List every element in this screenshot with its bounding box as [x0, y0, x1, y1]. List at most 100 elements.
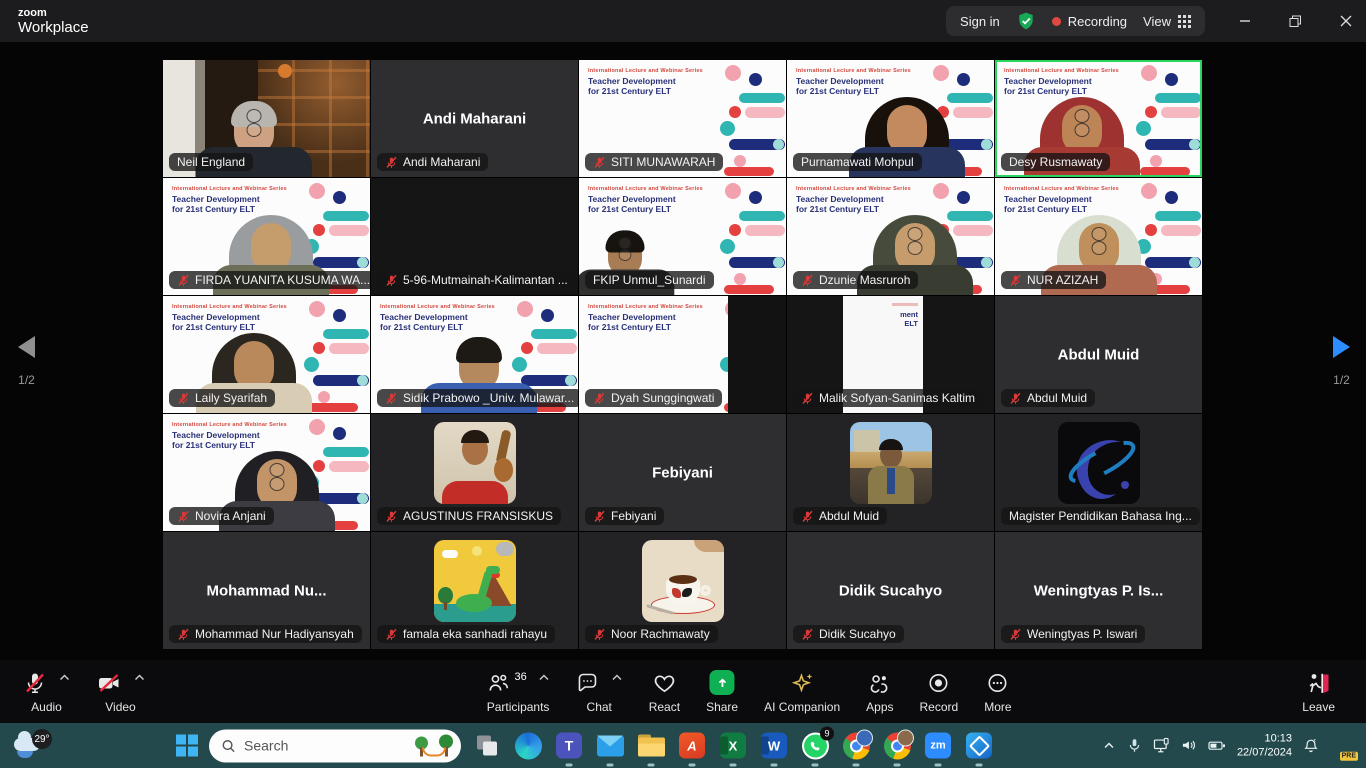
participant-name-label: Abdul Muid — [793, 507, 887, 525]
participant-name-label: FIRDA YUANITA KUSUMA WA... — [169, 271, 370, 289]
chat-options-chevron-icon[interactable] — [612, 674, 623, 681]
close-button[interactable] — [1340, 15, 1352, 27]
tray-speaker-icon[interactable] — [1181, 738, 1197, 753]
whatsapp-unread-badge: 9 — [820, 727, 834, 741]
photos-icon[interactable] — [964, 731, 994, 761]
participant-tile[interactable]: AGUSTINUS FRANSISKUS — [371, 414, 578, 531]
title-bar: zoom Workplace Sign in Recording View — [0, 0, 1366, 42]
participants-options-chevron-icon[interactable] — [539, 674, 550, 681]
participant-tile[interactable]: Abdul Muid — [787, 414, 994, 531]
next-page-arrow-icon[interactable] — [1333, 336, 1350, 358]
participant-tile[interactable]: Didik SucahyoDidik Sucahyo — [787, 532, 994, 649]
weather-widget[interactable]: 29° — [14, 729, 52, 762]
chat-button[interactable]: Chat — [563, 660, 636, 723]
participant-tile[interactable]: International Lecture and Webinar Series… — [163, 178, 370, 295]
participant-tile[interactable]: mentELTMalik Sofyan-Sanimas Kaltim — [787, 296, 994, 413]
participant-tile[interactable]: Weningtyas P. Is...Weningtyas P. Iswari — [995, 532, 1202, 649]
participant-name-label: Novira Anjani — [169, 507, 274, 525]
participant-tile[interactable]: International Lecture and Webinar Series… — [787, 60, 994, 177]
participant-tile[interactable]: Noor Rachmawaty — [579, 532, 786, 649]
ai-button[interactable]: AI Companion — [751, 660, 853, 723]
participant-name-label: Neil England — [169, 153, 253, 171]
participant-display-name: Abdul Muid — [995, 346, 1202, 363]
participant-tile[interactable]: International Lecture and Webinar Series… — [579, 296, 786, 413]
teams-icon[interactable]: T — [554, 731, 584, 761]
sign-in-button[interactable]: Sign in — [960, 14, 1000, 29]
search-placeholder: Search — [244, 738, 288, 754]
participant-tile[interactable]: International Lecture and Webinar Series… — [371, 296, 578, 413]
avatar-image — [850, 422, 932, 504]
apps-button[interactable]: Apps — [853, 660, 906, 723]
banner-series-text: International Lecture and Webinar Series — [172, 422, 287, 428]
banner-series-text: International Lecture and Webinar Series — [796, 68, 911, 74]
edge-icon[interactable] — [513, 731, 543, 761]
banner-series-text: International Lecture and Webinar Series — [1004, 68, 1119, 74]
zoom-app-icon[interactable]: zm — [923, 731, 953, 761]
video-options-chevron-icon[interactable] — [134, 674, 145, 681]
participant-tile[interactable]: FebiyaniFebiyani — [579, 414, 786, 531]
word-icon[interactable]: W — [759, 731, 789, 761]
chrome-profile-1-icon[interactable] — [841, 731, 871, 761]
running-indicator — [566, 764, 573, 767]
participant-tile[interactable]: Abdul MuidAbdul Muid — [995, 296, 1202, 413]
participant-tile[interactable]: Neil England — [163, 60, 370, 177]
start-button[interactable] — [176, 735, 198, 757]
restore-button[interactable] — [1289, 15, 1302, 28]
copilot-icon[interactable]: PRE — [1330, 734, 1354, 758]
leave-button[interactable]: Leave — [1289, 660, 1348, 723]
file-explorer-icon[interactable] — [636, 731, 666, 761]
participant-tile[interactable]: Magister Pendidikan Bahasa Ing... — [995, 414, 1202, 531]
participant-tile[interactable]: famala eka sanhadi rahayu — [371, 532, 578, 649]
avatar-image — [642, 540, 724, 622]
tray-notification-bell-icon[interactable]: z — [1303, 738, 1319, 754]
record-label: Record — [920, 700, 959, 714]
participant-display-name: Mohammad Nu... — [163, 582, 370, 599]
participants-button[interactable]: 36Participants — [473, 660, 562, 723]
excel-icon[interactable]: X — [718, 731, 748, 761]
chat-label: Chat — [587, 700, 612, 714]
previous-page-arrow-icon[interactable] — [18, 336, 35, 358]
glasses — [1074, 109, 1089, 137]
react-button[interactable]: React — [636, 660, 693, 723]
participant-tile[interactable]: Andi MaharaniAndi Maharani — [371, 60, 578, 177]
muted-mic-icon — [593, 156, 606, 169]
minimize-button[interactable] — [1239, 15, 1251, 27]
participant-tile[interactable]: International Lecture and Webinar Series… — [995, 60, 1202, 177]
share-button[interactable]: Share — [693, 660, 751, 723]
leave-door-icon — [1306, 671, 1332, 695]
sparkle-icon — [789, 671, 815, 695]
chrome-profile-2-icon[interactable] — [882, 731, 912, 761]
tray-microphone-icon[interactable] — [1127, 738, 1142, 753]
participant-tile[interactable]: International Lecture and Webinar Series… — [579, 60, 786, 177]
participant-name-label: Febiyani — [585, 507, 664, 525]
participant-tile[interactable]: 5-96-Mutmainah-Kalimantan ... — [371, 178, 578, 295]
audio-options-chevron-icon[interactable] — [59, 674, 70, 681]
tray-cast-display-icon[interactable] — [1153, 738, 1170, 753]
participant-tile[interactable]: Mohammad Nu...Mohammad Nur Hadiyansyah — [163, 532, 370, 649]
banner-series-text: International Lecture and Webinar Series — [588, 186, 703, 192]
whatsapp-icon[interactable]: 9 — [800, 731, 830, 761]
more-button[interactable]: More — [971, 660, 1024, 723]
task-view-icon[interactable] — [472, 731, 502, 761]
audio-button[interactable]: Audio — [10, 660, 83, 723]
tray-clock[interactable]: 10:13 22/07/2024 — [1237, 731, 1292, 760]
view-button[interactable]: View — [1143, 14, 1191, 29]
participant-tile[interactable]: International Lecture and Webinar Series… — [995, 178, 1202, 295]
tray-battery-icon[interactable] — [1208, 739, 1226, 753]
mail-icon[interactable] — [595, 731, 625, 761]
glasses — [269, 463, 284, 491]
participant-tile[interactable]: International Lecture and Webinar Series… — [163, 414, 370, 531]
zoom-meeting-window: zoom Workplace Sign in Recording View — [0, 0, 1366, 768]
participant-tile[interactable]: International Lecture and Webinar Series… — [163, 296, 370, 413]
security-shield-icon — [1016, 11, 1036, 31]
pdf-reader-icon[interactable]: A — [677, 731, 707, 761]
participant-tile[interactable]: International Lecture and Webinar Series… — [787, 178, 994, 295]
participant-tile[interactable]: International Lecture and Webinar Series… — [579, 178, 786, 295]
video-button[interactable]: Video — [83, 660, 158, 723]
share-label: Share — [706, 700, 738, 714]
video-label: Video — [105, 700, 135, 714]
participants-count: 36 — [514, 671, 526, 683]
tray-chevron-up-icon[interactable] — [1102, 739, 1116, 753]
search-input[interactable]: Search — [209, 729, 461, 762]
record-button[interactable]: Record — [907, 660, 972, 723]
